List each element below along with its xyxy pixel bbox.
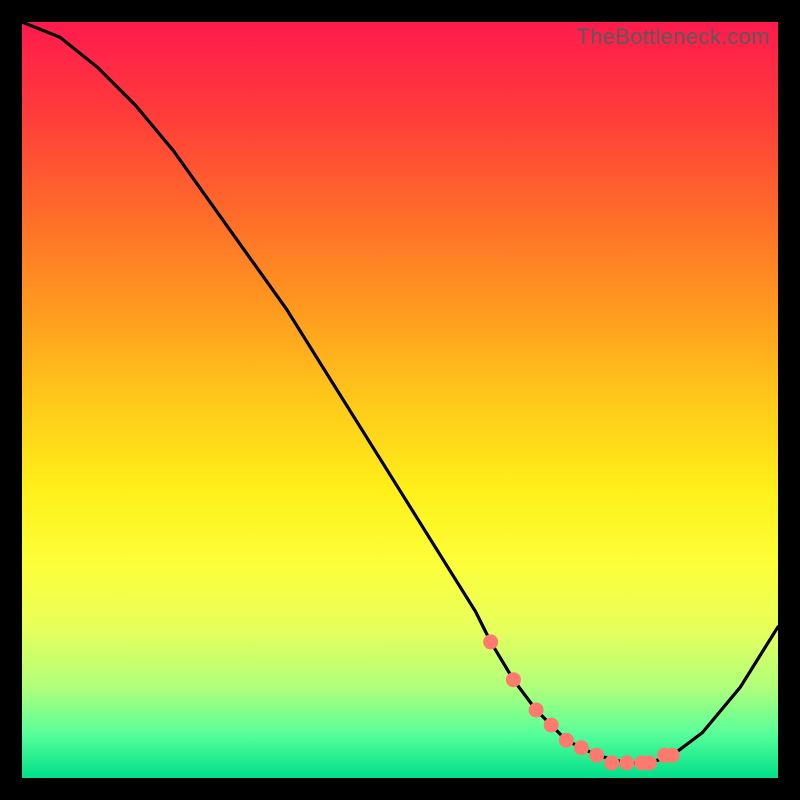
marker-dot	[529, 703, 544, 718]
chart-svg	[22, 22, 778, 778]
marker-dot	[559, 733, 574, 748]
chart-plot-area: TheBottleneck.com	[22, 22, 778, 778]
chart-frame: TheBottleneck.com	[0, 0, 800, 800]
marker-dot	[619, 755, 634, 770]
marker-dot	[589, 748, 604, 763]
marker-dot	[604, 755, 619, 770]
marker-dot	[642, 755, 657, 770]
marker-dot	[574, 740, 589, 755]
marker-dot	[483, 634, 498, 649]
curve-line	[22, 22, 778, 763]
marker-dot	[665, 748, 680, 763]
marker-dot	[506, 672, 521, 687]
marker-dot	[544, 718, 559, 733]
curve-markers	[483, 634, 680, 770]
